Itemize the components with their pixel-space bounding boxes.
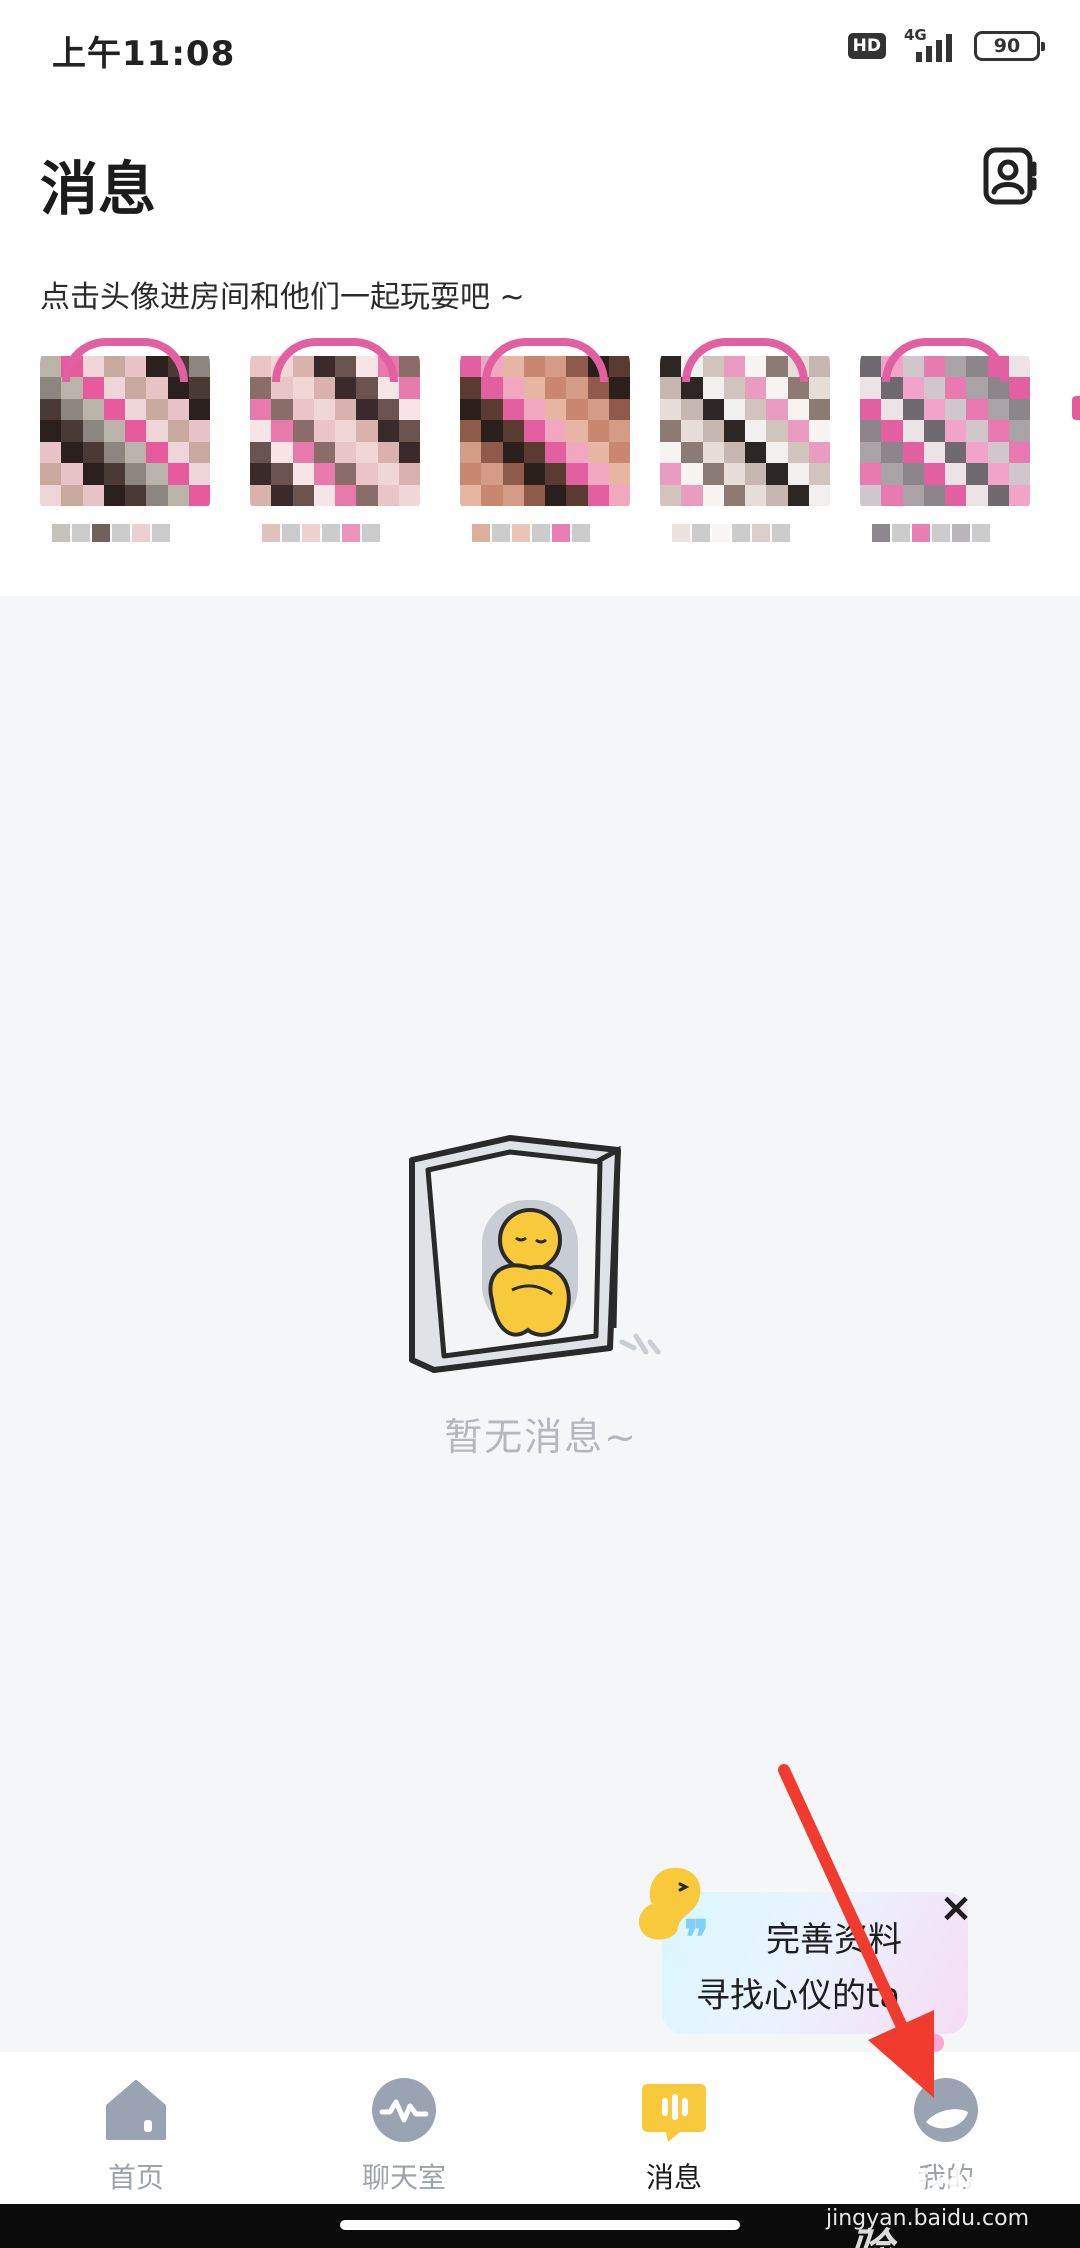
hd-badge: HD — [847, 33, 886, 59]
waveform-icon — [370, 2076, 438, 2144]
avatar-username-pixelated — [472, 524, 590, 542]
home-icon — [102, 2076, 170, 2144]
recommended-avatar-item[interactable] — [660, 338, 840, 558]
avatar[interactable] — [660, 338, 830, 508]
avatar[interactable] — [460, 338, 630, 508]
empty-state-label: 暂无消息~ — [444, 1415, 638, 1459]
avatar-username-pixelated — [872, 524, 990, 542]
recommend-hint: 点击头像进房间和他们一起玩耍吧 ~ — [40, 280, 525, 315]
watermark-brand: Baidu经验 — [848, 2161, 1040, 2248]
recommended-avatars — [0, 338, 1080, 578]
close-icon[interactable]: × — [938, 1888, 974, 1928]
status-time: 上午11:08 — [52, 34, 236, 74]
message-icon — [640, 2076, 708, 2144]
page-title: 消息 — [40, 155, 157, 223]
watermark-url: jingyan.baidu.com — [826, 2206, 1030, 2231]
avatar[interactable] — [250, 338, 420, 508]
avatar-username-pixelated — [262, 524, 380, 542]
recommended-avatar-item[interactable] — [40, 338, 220, 558]
complete-profile-promo[interactable]: ❞ 完善资料 寻找心仪的ta × — [632, 1862, 1002, 2052]
promo-line-1: 完善资料 — [766, 1920, 902, 1960]
promo-line-2: 寻找心仪的ta — [696, 1976, 901, 2016]
battery-level: 90 — [993, 35, 1021, 57]
tab-messages[interactable]: 消息 — [594, 2076, 754, 2196]
avatar-username-pixelated — [672, 524, 790, 542]
recommended-avatar-item[interactable] — [460, 338, 640, 558]
status-indicators: HD 4G 90 — [847, 26, 1045, 64]
avatar-username-pixelated — [52, 524, 170, 542]
profile-icon — [912, 2076, 980, 2144]
baidu-watermark: Baidu经验 jingyan.baidu.com — [826, 2142, 1076, 2248]
next-avatar-peek — [1072, 396, 1080, 420]
avatar[interactable] — [860, 338, 1030, 508]
avatar[interactable] — [40, 338, 210, 508]
tab-label: 首页 — [107, 2161, 164, 2194]
recommended-avatar-item[interactable] — [860, 338, 1040, 558]
home-indicator[interactable] — [340, 2220, 740, 2230]
mascot-icon — [632, 1862, 712, 1946]
contacts-icon[interactable] — [980, 146, 1040, 206]
empty-mailbox-illustration — [400, 1130, 690, 1380]
empty-state-text: 暂无消息~ — [0, 1406, 1080, 1461]
recommended-avatar-item[interactable] — [250, 338, 430, 558]
messages-header-section: 消息 点击头像进房间和他们一起玩耍吧 ~ — [0, 100, 1080, 596]
tab-chatroom[interactable]: 聊天室 — [324, 2076, 484, 2196]
signal-icon: 4G — [900, 26, 960, 64]
promo-dot — [926, 2034, 944, 2052]
status-bar: 上午11:08 HD 4G 90 — [0, 0, 1080, 100]
tab-label: 消息 — [645, 2161, 702, 2194]
tab-label: 聊天室 — [361, 2161, 446, 2194]
tab-home[interactable]: 首页 — [56, 2076, 216, 2196]
battery-icon: 90 — [974, 31, 1045, 61]
